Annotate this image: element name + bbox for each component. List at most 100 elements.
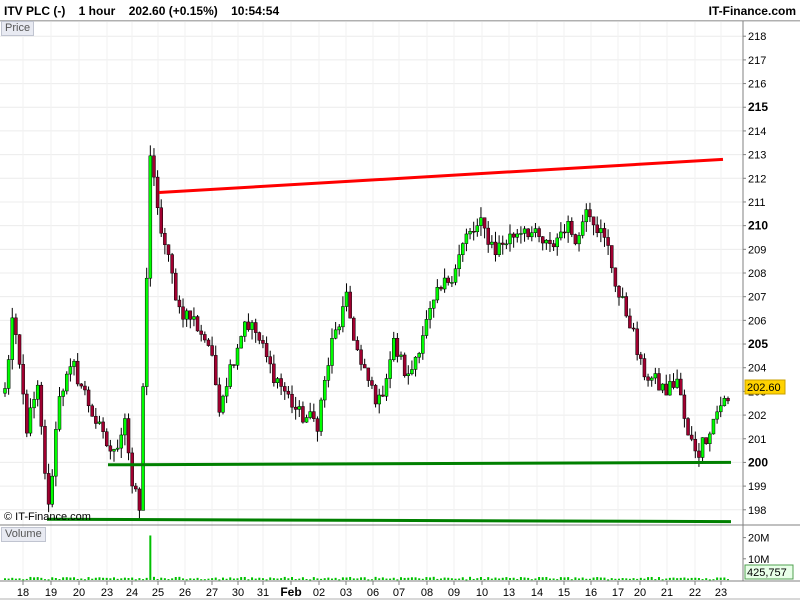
- candle-body: [439, 287, 443, 290]
- volume-bar: [672, 577, 675, 580]
- candle-body: [10, 317, 15, 360]
- candle-body: [50, 475, 54, 505]
- price-tick-label: 208: [748, 268, 766, 280]
- candle-body: [453, 268, 458, 283]
- candle-body: [410, 369, 414, 375]
- volume-bar: [541, 577, 544, 580]
- date-tick-label: 30: [232, 587, 244, 599]
- volume-bar: [356, 578, 359, 580]
- candle-body: [337, 326, 342, 331]
- volume-bar: [149, 535, 152, 580]
- candle-body: [726, 398, 730, 402]
- volume-bar: [134, 579, 137, 581]
- volume-bar: [574, 577, 577, 580]
- volume-bar: [370, 579, 373, 581]
- price-panel-label: Price: [1, 21, 35, 36]
- candle-body: [141, 386, 145, 511]
- candle-body: [642, 358, 647, 378]
- volume-bar: [152, 576, 155, 580]
- volume-bar: [258, 577, 261, 580]
- price-tick-label: 201: [748, 434, 766, 446]
- volume-bar: [214, 577, 217, 580]
- candle-body: [348, 291, 352, 319]
- volume-bar: [654, 579, 657, 581]
- price-tick-label: 210: [748, 219, 768, 233]
- volume-bar: [421, 578, 424, 580]
- volume-bar: [196, 577, 199, 580]
- volume-bar: [389, 578, 392, 580]
- candle-body: [388, 359, 392, 379]
- candle-body: [155, 176, 160, 209]
- volume-bar: [683, 577, 686, 580]
- candle-body: [253, 322, 258, 333]
- volume-bar: [11, 577, 14, 580]
- candle-body: [522, 228, 527, 234]
- date-tick-label: 27: [206, 587, 218, 599]
- candle-body: [35, 384, 40, 400]
- volume-bar: [171, 578, 174, 580]
- candle-body: [312, 411, 316, 419]
- volume-bar: [588, 578, 591, 580]
- date-tick-label: 14: [531, 587, 543, 599]
- candle-body: [344, 291, 349, 307]
- candle-body: [86, 389, 91, 407]
- candle-body: [32, 399, 36, 409]
- candle-body: [279, 378, 283, 387]
- candle-body: [46, 473, 51, 505]
- volume-bar: [694, 577, 697, 580]
- candle-body: [482, 217, 487, 229]
- volume-bar: [636, 578, 639, 580]
- candle-body: [119, 434, 124, 449]
- volume-bar: [105, 577, 108, 580]
- candle-body: [195, 316, 200, 332]
- volume-bar: [269, 577, 272, 580]
- date-tick-label: 18: [17, 587, 29, 599]
- candle-body: [148, 155, 153, 279]
- candle-body: [213, 355, 218, 386]
- price-tick-label: 211: [748, 197, 766, 209]
- candle-body: [315, 418, 320, 432]
- volume-bar: [83, 579, 86, 581]
- candle-body: [708, 433, 712, 444]
- volume-bar: [200, 579, 203, 581]
- volume-bar: [309, 579, 312, 581]
- candle-body: [130, 452, 134, 487]
- candle-body: [159, 207, 163, 234]
- volume-bar: [436, 578, 439, 580]
- price-axis-ticks: 1981992002012022032042052062072082092102…: [743, 31, 768, 517]
- candle-body: [664, 383, 668, 396]
- candle-body: [352, 317, 356, 341]
- volume-bar: [599, 577, 602, 580]
- date-tick-label: 24: [126, 587, 138, 599]
- volume-bar: [291, 577, 294, 580]
- candle-body: [134, 485, 138, 490]
- volume-bar: [251, 577, 254, 580]
- volume-bar: [661, 579, 664, 581]
- volume-bar: [76, 578, 79, 580]
- volume-bar: [559, 577, 562, 580]
- volume-bar: [316, 578, 319, 580]
- candle-body: [68, 366, 73, 375]
- candle-body: [224, 386, 229, 397]
- volume-bar: [265, 579, 268, 581]
- candle-body: [268, 356, 272, 365]
- candle-body: [188, 310, 193, 320]
- candle-body: [555, 237, 559, 248]
- volume-bar: [530, 579, 533, 581]
- candle-body: [675, 378, 679, 388]
- volume-bar: [425, 577, 428, 580]
- candle-body: [243, 321, 247, 337]
- volume-bar: [229, 577, 232, 580]
- volume-bar: [628, 578, 631, 580]
- candle-body: [566, 221, 570, 233]
- candle-body: [373, 385, 378, 405]
- candle-body: [653, 373, 658, 379]
- candle-body: [94, 416, 98, 424]
- volume-bar: [62, 577, 65, 580]
- volume-bar: [723, 577, 726, 580]
- candle-body: [123, 418, 127, 436]
- candle-body: [602, 228, 607, 238]
- volume-bar: [261, 578, 264, 580]
- candlestick-chart: 1981992002012022032042052062072082092102…: [0, 20, 800, 600]
- date-tick-label: 31: [257, 587, 269, 599]
